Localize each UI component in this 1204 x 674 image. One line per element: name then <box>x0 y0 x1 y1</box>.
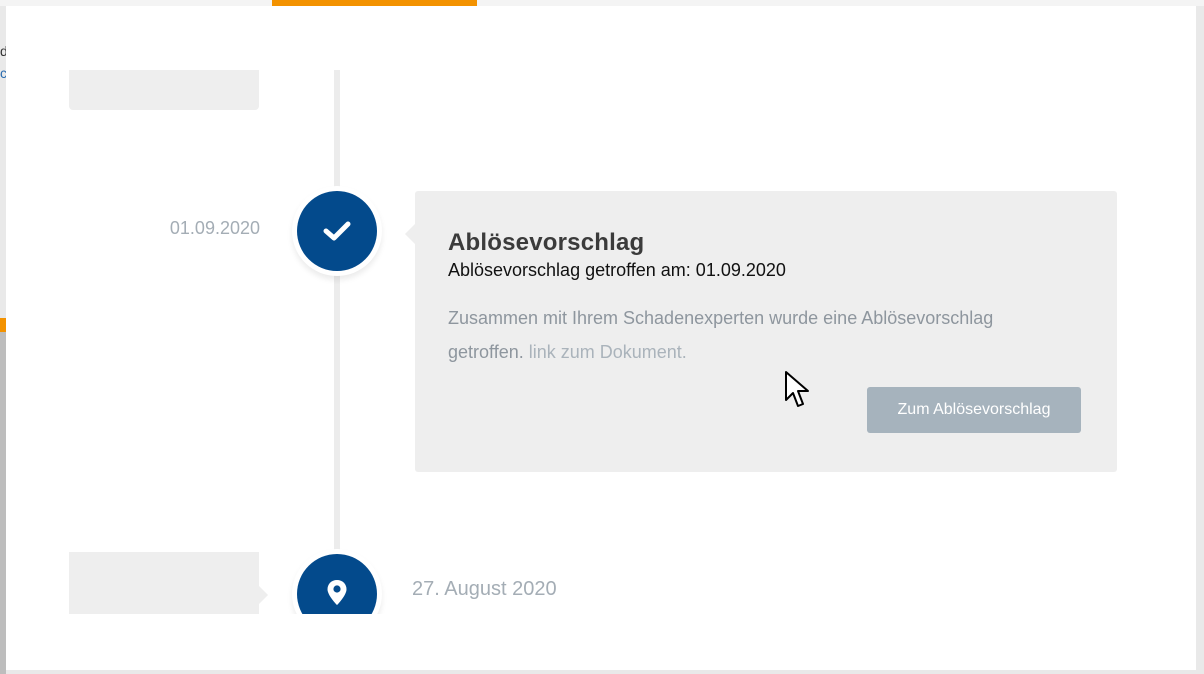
timeline-line <box>334 70 340 616</box>
next-timeline-card <box>69 552 259 614</box>
entry-date: 01.09.2020 <box>169 218 260 238</box>
open-settlement-offer-button[interactable]: Zum Ablösevorschlag <box>867 387 1081 433</box>
check-icon <box>323 221 351 241</box>
next-entry-date: 27. August 2020 <box>412 578 557 600</box>
timeline-modal: 01.09.2020 Ablösevorschlag Ablösevorschl… <box>6 6 1196 670</box>
entry-description: Zusammen mit Ihrem Schadenexperten wurde… <box>448 301 1008 369</box>
modal-bottom-area <box>6 614 1196 670</box>
next-card-pointer <box>259 586 268 604</box>
card-pointer <box>405 224 415 244</box>
mouse-cursor-icon <box>785 371 809 407</box>
timeline-entry-card: Ablösevorschlag Ablösevorschlag getroffe… <box>415 191 1117 472</box>
entry-subtitle: Ablösevorschlag getroffen am: 01.09.2020 <box>448 260 786 280</box>
timeline-node-completed <box>297 191 377 271</box>
previous-timeline-card <box>69 70 259 110</box>
document-link[interactable]: link zum Dokument. <box>529 342 687 362</box>
entry-title: Ablösevorschlag <box>448 229 645 256</box>
map-pin-icon <box>327 580 347 605</box>
